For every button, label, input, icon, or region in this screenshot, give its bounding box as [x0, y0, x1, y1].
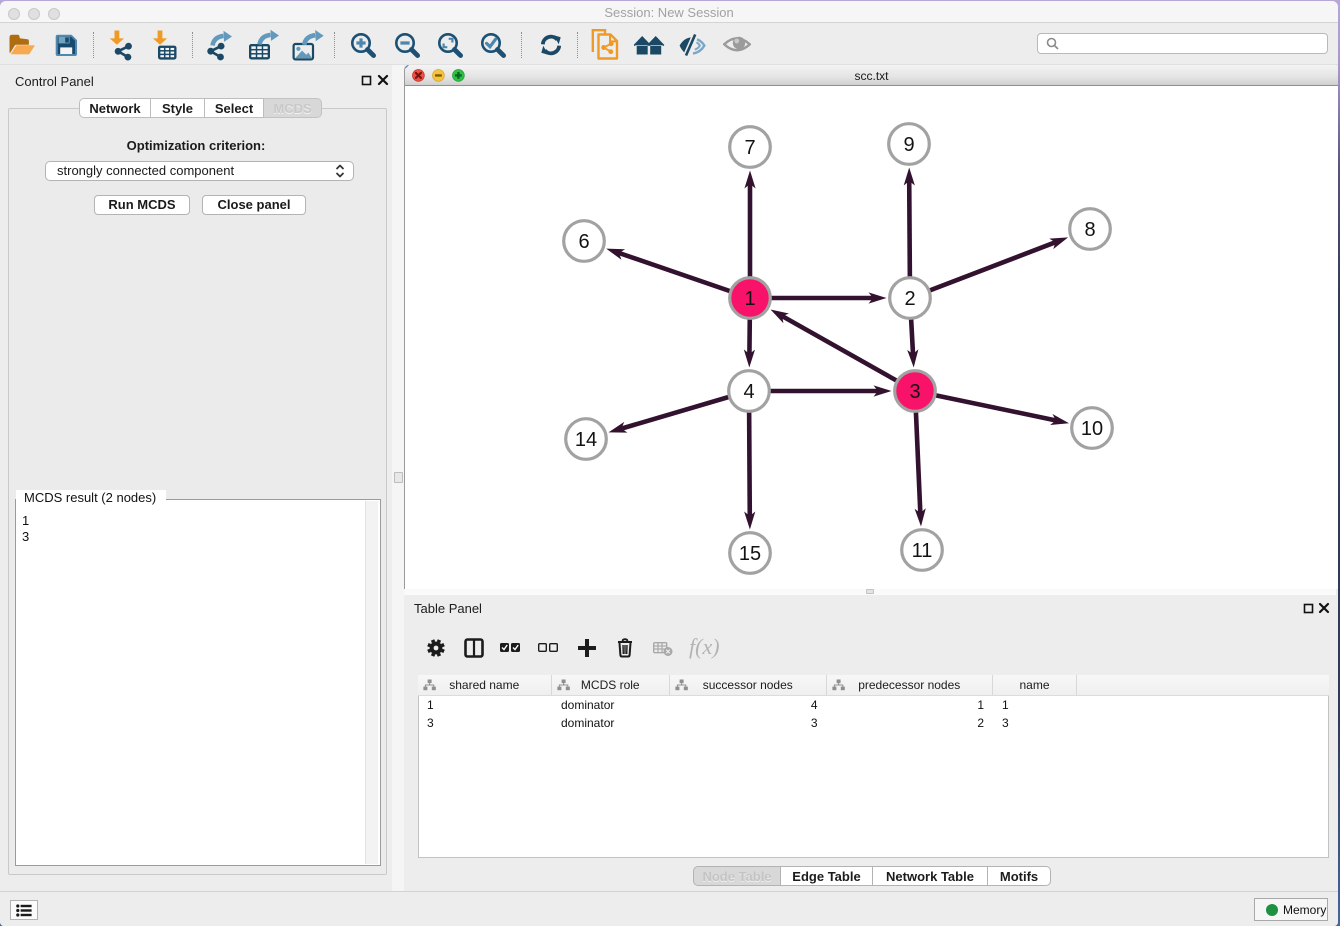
svg-text:7: 7: [744, 137, 755, 159]
svg-text:11: 11: [912, 540, 933, 562]
svg-text:4: 4: [743, 381, 754, 403]
svg-text:2: 2: [904, 288, 915, 310]
svg-text:14: 14: [575, 429, 597, 451]
svg-text:15: 15: [739, 543, 761, 565]
svg-text:10: 10: [1081, 418, 1103, 440]
svg-text:3: 3: [909, 381, 920, 403]
svg-text:8: 8: [1084, 219, 1095, 241]
svg-text:6: 6: [578, 231, 589, 253]
svg-text:1: 1: [744, 288, 755, 310]
svg-text:9: 9: [903, 134, 914, 156]
